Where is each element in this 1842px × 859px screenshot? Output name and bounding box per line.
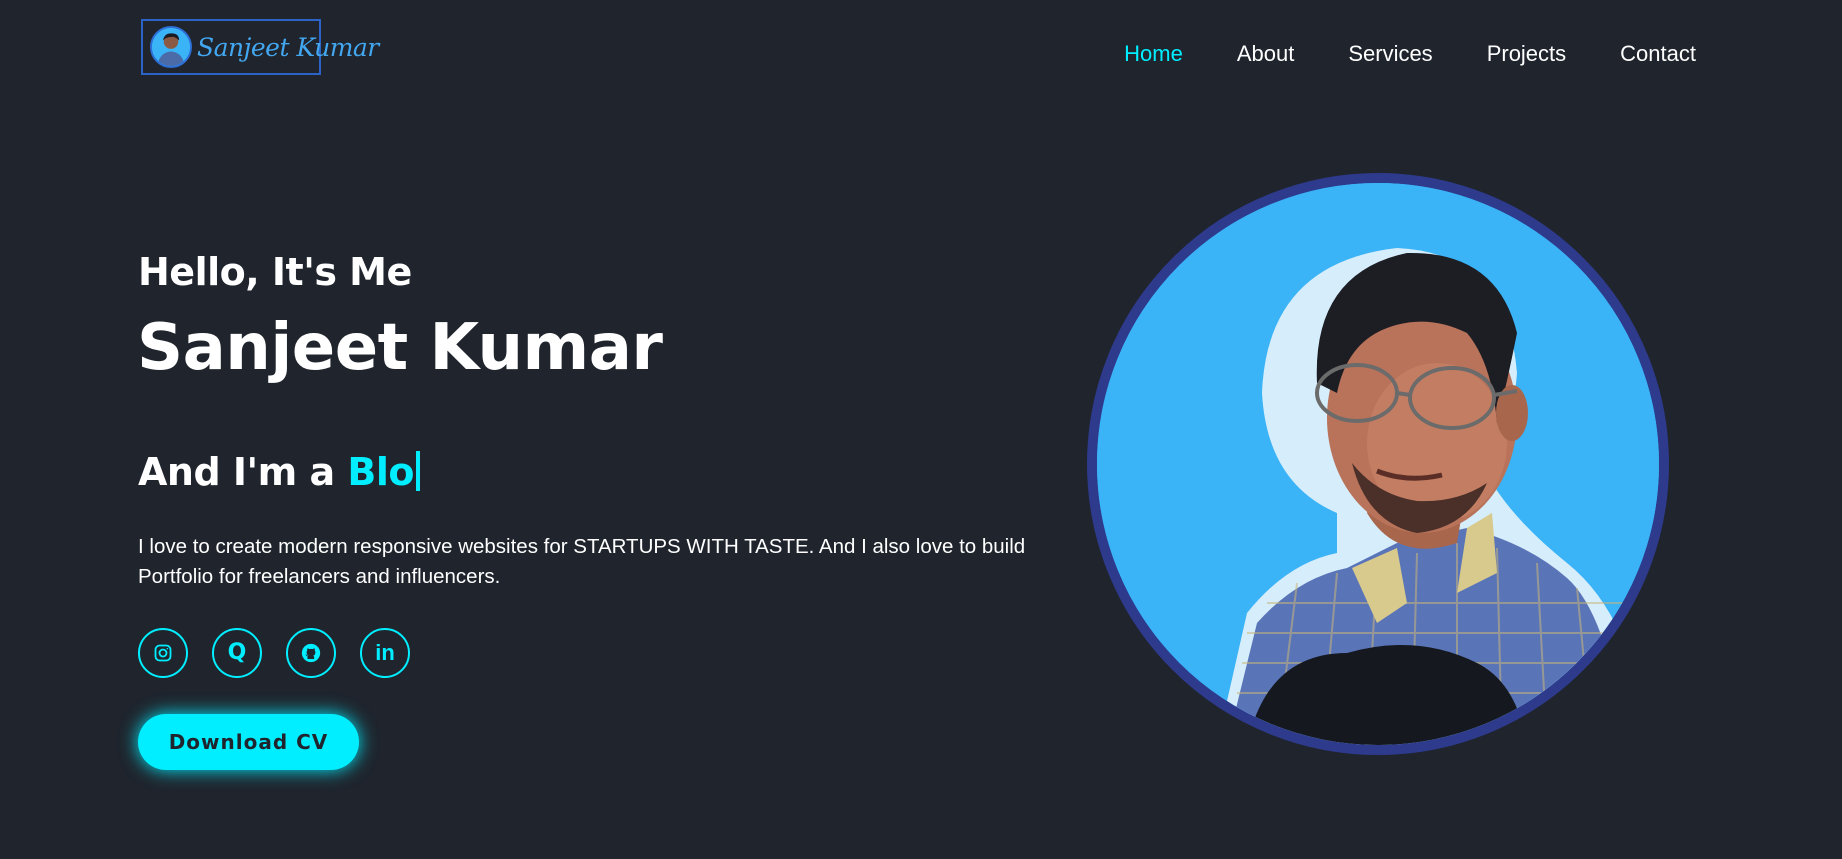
github-link[interactable] xyxy=(286,628,336,678)
profile-photo xyxy=(1087,173,1669,755)
nav-home[interactable]: Home xyxy=(1124,41,1183,67)
logo-text: Sanjeet Kumar xyxy=(197,32,379,62)
instagram-icon xyxy=(154,644,172,662)
hero-description: I love to create modern responsive websi… xyxy=(138,535,1026,588)
social-links: Q in xyxy=(138,628,434,678)
role-line: And I'm a Blo xyxy=(138,450,420,494)
nav-contact[interactable]: Contact xyxy=(1620,41,1696,67)
role-typed-text: Blo xyxy=(347,450,414,494)
nav-about[interactable]: About xyxy=(1237,41,1295,67)
logo-link[interactable]: Sanjeet Kumar xyxy=(141,19,379,75)
logo-avatar xyxy=(150,26,192,68)
github-icon xyxy=(301,643,321,663)
nav-services[interactable]: Services xyxy=(1348,41,1432,67)
linkedin-icon: in xyxy=(375,640,395,665)
linkedin-link[interactable]: in xyxy=(360,628,410,678)
main-nav: Home About Services Projects Contact xyxy=(1070,41,1696,67)
download-cv-button[interactable]: Download CV xyxy=(138,714,359,770)
profile-illustration xyxy=(1097,183,1659,745)
role-prefix: And I'm a xyxy=(138,450,348,494)
nav-projects[interactable]: Projects xyxy=(1487,41,1566,67)
avatar-icon xyxy=(152,28,190,66)
page: Sanjeet Kumar Home About Services Projec… xyxy=(0,0,1842,859)
quora-link[interactable]: Q xyxy=(212,628,262,678)
typing-cursor xyxy=(415,451,420,491)
hero-name: Sanjeet Kumar xyxy=(137,311,663,385)
quora-icon: Q xyxy=(227,640,247,665)
greeting: Hello, It's Me xyxy=(138,250,412,294)
instagram-link[interactable] xyxy=(138,628,188,678)
